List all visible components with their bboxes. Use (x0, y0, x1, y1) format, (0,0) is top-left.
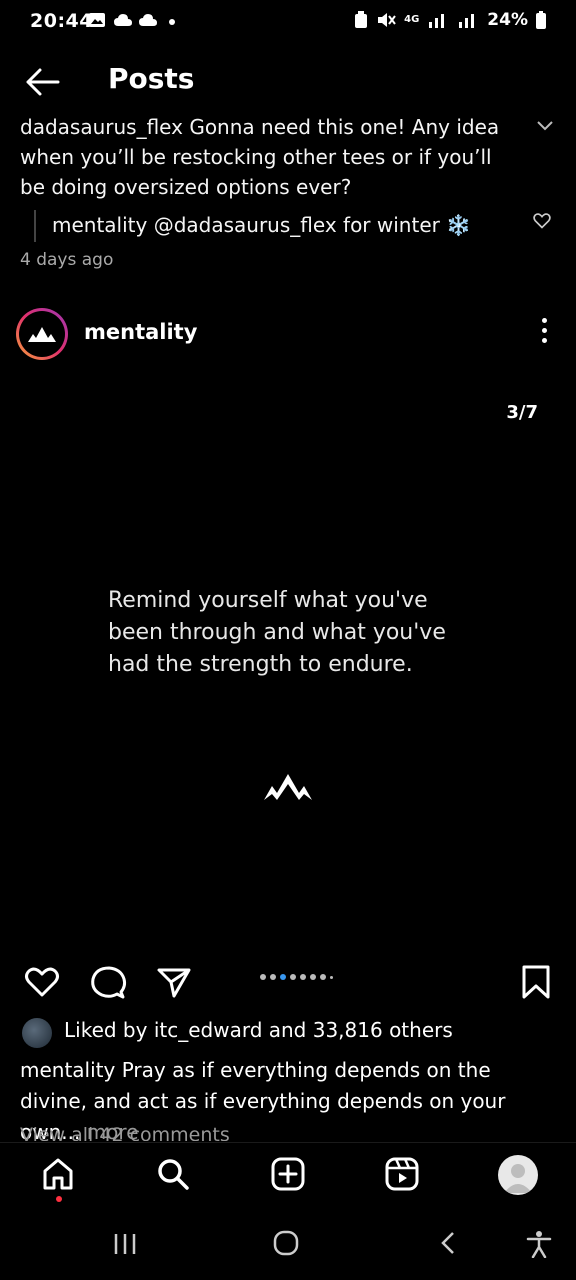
battery-percent: 24% (487, 10, 528, 30)
system-nav-bar (0, 1208, 576, 1280)
like-button[interactable] (22, 962, 62, 1002)
recent-apps-button[interactable] (112, 1232, 138, 1260)
carousel-dot (310, 974, 316, 980)
nav-search-button[interactable] (155, 1156, 191, 1192)
status-right: 4G 24% (354, 10, 546, 30)
battery-icon (536, 11, 546, 29)
notification-dot-icon (169, 19, 175, 25)
accessibility-icon (526, 1231, 552, 1259)
status-bar: 20:44 4G 24% (0, 0, 576, 44)
save-button[interactable] (516, 962, 556, 1002)
post-username[interactable]: mentality (84, 320, 197, 344)
status-time: 20:44 (30, 10, 93, 32)
back-system-button[interactable] (438, 1230, 458, 1260)
mentality-logo-icon (28, 327, 56, 342)
profile-avatar-icon (504, 1164, 532, 1193)
post-quote: Remind yourself what you've been through… (108, 588, 446, 677)
view-all-comments-link[interactable]: View all 42 comments (20, 1124, 230, 1141)
cloud-icon (113, 12, 133, 33)
share-button[interactable] (154, 962, 194, 1002)
carousel-dot-active (280, 974, 286, 980)
liked-by-avatar[interactable] (22, 1018, 52, 1048)
liked-by-text[interactable]: Liked by itc_edward and 33,816 others (64, 1018, 453, 1042)
back-button[interactable] (22, 62, 62, 102)
carousel-dot (300, 974, 306, 980)
carousel-indicator (260, 974, 333, 980)
carousel-dot (330, 975, 333, 979)
create-icon (271, 1157, 305, 1191)
recents-icon (114, 1234, 136, 1254)
post-avatar[interactable] (16, 308, 68, 360)
accessibility-button[interactable] (526, 1230, 552, 1262)
reply-divider (34, 210, 36, 242)
home-system-button[interactable] (273, 1230, 299, 1260)
comment-time: 4 days ago (20, 250, 114, 270)
back-arrow-icon (26, 68, 60, 96)
carousel-dot (290, 974, 296, 980)
reels-icon (385, 1157, 419, 1191)
home-icon (43, 1158, 73, 1190)
share-icon (157, 968, 191, 998)
mentality-logo-icon (262, 770, 314, 804)
page-title: Posts (108, 62, 195, 95)
chevron-down-icon[interactable] (536, 116, 554, 137)
mute-icon (378, 13, 396, 27)
signal-icon (429, 14, 445, 28)
nav-create-button[interactable] (270, 1156, 306, 1192)
heart-icon (25, 967, 59, 997)
nav-reels-button[interactable] (384, 1156, 420, 1192)
gallery-icon (88, 12, 106, 33)
alarm-icon (355, 11, 368, 28)
carousel-dot (270, 974, 276, 980)
more-options-button[interactable] (540, 318, 548, 348)
heart-icon (533, 213, 551, 229)
home-circle-icon (273, 1230, 299, 1256)
carousel-dot (320, 974, 326, 980)
comment-button[interactable] (88, 962, 128, 1002)
reply-text: mentality @dadasaurus_flex for winter ❄️ (52, 213, 472, 237)
comment-text: dadasaurus_flex Gonna need this one! Any… (20, 115, 500, 199)
notification-dot (56, 1196, 62, 1202)
search-icon (158, 1159, 189, 1190)
network-type: 4G (404, 14, 420, 25)
signal-icon (459, 14, 475, 28)
nav-profile-button[interactable] (498, 1155, 538, 1195)
carousel-dot (260, 974, 266, 980)
cloud-icon (138, 12, 158, 33)
nav-home-button[interactable] (40, 1156, 76, 1192)
comment-icon (91, 966, 127, 999)
back-chevron-icon (441, 1232, 454, 1254)
carousel-counter: 3/7 (506, 402, 538, 423)
bookmark-icon (522, 965, 550, 999)
like-comment-button[interactable] (532, 210, 552, 230)
